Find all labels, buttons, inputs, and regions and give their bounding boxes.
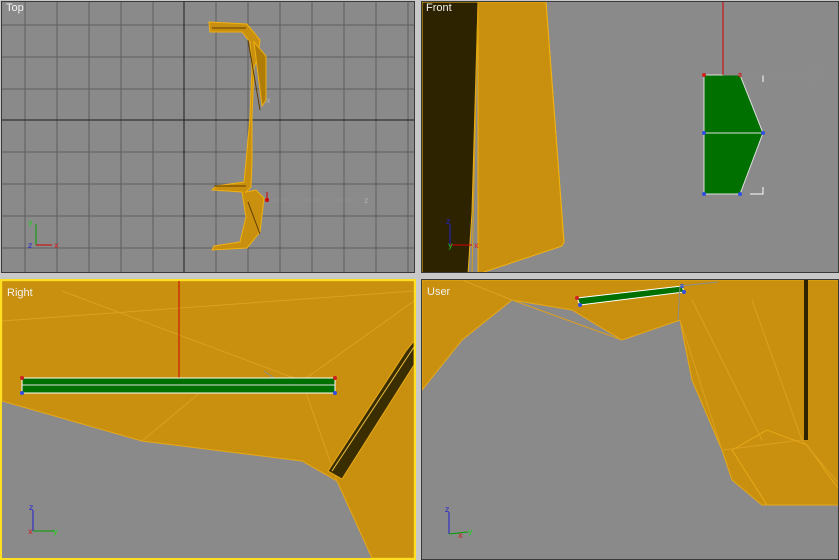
- viewport-right[interactable]: z x y Right: [0, 279, 416, 560]
- top-gizmo[interactable]: z x: [265, 96, 370, 205]
- top-grid-main: [2, 2, 414, 272]
- front-selection[interactable]: [702, 73, 765, 196]
- right-axis-z-label: z: [29, 503, 33, 512]
- user-axis-tripod: z x y: [445, 505, 473, 540]
- viewport-top-label[interactable]: Top: [6, 2, 24, 14]
- right-selection[interactable]: [20, 376, 337, 395]
- front-axis-y-label: y: [448, 241, 453, 250]
- top-axis-x-label: x: [54, 241, 59, 250]
- front-mesh[interactable]: [422, 2, 565, 273]
- top-axis-tripod: y z x: [28, 218, 59, 250]
- top-axis-y-label: y: [28, 218, 33, 227]
- viewport-user-canvas[interactable]: z x y: [422, 280, 839, 560]
- right-axis-x-label: x: [28, 527, 33, 536]
- user-axis-x-label: x: [458, 531, 463, 540]
- top-grid: [2, 2, 414, 272]
- top-axis-z-label: z: [28, 241, 32, 250]
- front-axis-z-label: z: [446, 217, 450, 226]
- right-axis-tripod: z x y: [28, 503, 58, 536]
- viewport-top[interactable]: z x y z x Top: [1, 1, 415, 273]
- viewport-front-canvas[interactable]: z y x: [422, 2, 839, 273]
- front-gizmo[interactable]: [722, 2, 825, 83]
- viewport-right-canvas[interactable]: z x y: [2, 281, 414, 558]
- user-mesh-dark-edge: [804, 280, 808, 440]
- viewport-front[interactable]: z y x Front: [421, 1, 839, 273]
- user-axis-y-label: y: [468, 527, 473, 536]
- right-mesh[interactable]: [2, 281, 414, 558]
- top-gizmo-z-label: z: [364, 196, 368, 205]
- user-axis-z-label: z: [445, 505, 449, 514]
- front-axis-x-label: x: [474, 241, 479, 250]
- viewport-user[interactable]: z x y User: [421, 279, 839, 560]
- viewport-right-label[interactable]: Right: [7, 287, 33, 299]
- user-mesh[interactable]: [422, 280, 839, 506]
- top-mesh-x-label: x: [266, 96, 271, 105]
- viewport-user-label[interactable]: User: [427, 286, 450, 298]
- right-axis-y-label: y: [53, 527, 58, 536]
- viewport-top-canvas[interactable]: z x y z x: [2, 2, 415, 273]
- viewport-front-label[interactable]: Front: [426, 2, 452, 14]
